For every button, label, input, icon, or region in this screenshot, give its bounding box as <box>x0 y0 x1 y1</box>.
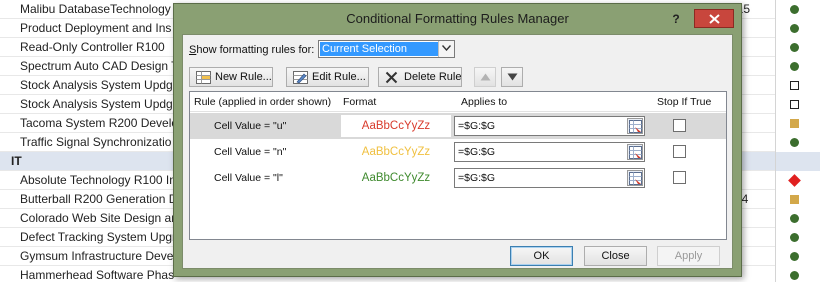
new-rule-label: New Rule... <box>215 71 272 83</box>
delete-rule-label: Delete Rule <box>404 71 462 83</box>
rule-condition: Cell Value = "n" <box>214 146 287 158</box>
column-header-rule: Rule (applied in order shown) <box>194 96 332 108</box>
edit-rule-button[interactable]: Edit Rule... <box>286 67 369 87</box>
status-square-gold-icon <box>790 119 799 128</box>
new-rule-icon <box>196 71 211 84</box>
project-name-cell: Stock Analysis System Updgr <box>20 78 177 92</box>
delete-rule-button[interactable]: Delete Rule <box>378 67 462 87</box>
status-dot-icon <box>790 252 799 261</box>
header-divider <box>190 111 726 112</box>
project-name-cell: Malibu DatabaseTechnology <box>20 2 171 16</box>
status-indicator-column <box>775 0 820 282</box>
project-name-cell: Butterball R200 Generation D <box>20 192 178 206</box>
range-select-icon <box>629 120 642 133</box>
project-name-cell: Hammerhead Software Phas <box>20 268 175 282</box>
stop-if-true-checkbox[interactable] <box>673 145 686 158</box>
project-name-cell: Stock Analysis System Updgr <box>20 97 177 111</box>
apply-button[interactable]: Apply <box>657 246 720 266</box>
range-selector-button[interactable] <box>627 118 643 134</box>
project-name-cell: IT <box>11 154 22 168</box>
status-dot-icon <box>790 62 799 71</box>
project-name-cell: Read-Only Controller R100 <box>20 40 165 54</box>
applies-to-field[interactable]: =$G:$G <box>454 168 645 188</box>
move-up-button[interactable] <box>474 67 496 87</box>
show-rules-dropdown[interactable]: Current Selection <box>318 40 455 58</box>
project-name-cell: Spectrum Auto CAD Design T <box>20 59 179 73</box>
chevron-down-icon <box>442 45 451 51</box>
applies-to-value: =$G:$G <box>458 146 496 158</box>
help-button[interactable]: ? <box>665 10 687 28</box>
status-square-icon <box>790 81 799 90</box>
rule-row[interactable]: Cell Value = "u" AaBbCcYyZz =$G:$G <box>190 113 726 139</box>
range-selector-button[interactable] <box>627 144 643 160</box>
project-name-cell: Traffic Signal Synchronizatio <box>20 135 172 149</box>
status-square-gold-icon <box>790 195 799 204</box>
conditional-formatting-dialog: Conditional Formatting Rules Manager ? S… <box>173 3 742 277</box>
project-name-cell: Tacoma System R200 Develo <box>20 116 179 130</box>
dialog-body: Show formatting rules for: Current Selec… <box>182 34 733 269</box>
range-select-icon <box>629 146 642 159</box>
move-down-button[interactable] <box>501 67 523 87</box>
applies-to-field[interactable]: =$G:$G <box>454 142 645 162</box>
project-name-cell: Colorado Web Site Design an <box>20 211 178 225</box>
project-name-cell: Defect Tracking System Upgr <box>20 230 177 244</box>
edit-rule-icon <box>293 71 308 84</box>
show-rules-label-text: how formatting rules for: <box>196 44 315 56</box>
status-dot-icon <box>790 5 799 14</box>
status-dot-icon <box>790 43 799 52</box>
project-name-cell: Absolute Technology R100 In <box>20 173 176 187</box>
close-button[interactable]: Close <box>584 246 647 266</box>
triangle-up-icon <box>480 73 491 81</box>
applies-to-value: =$G:$G <box>458 120 496 132</box>
delete-x-icon <box>385 71 398 84</box>
new-rule-button[interactable]: New Rule... <box>189 67 273 87</box>
status-dot-icon <box>790 24 799 33</box>
triangle-down-icon <box>507 73 518 81</box>
ok-button[interactable]: OK <box>510 246 573 266</box>
stop-if-true-checkbox[interactable] <box>673 119 686 132</box>
status-diamond-icon <box>788 174 801 187</box>
column-header-format: Format <box>343 96 377 108</box>
rules-list: Rule (applied in order shown) Format App… <box>189 91 727 240</box>
range-select-icon <box>629 172 642 185</box>
show-rules-label: Show formatting rules for: <box>189 44 314 56</box>
stop-if-true-checkbox[interactable] <box>673 171 686 184</box>
range-selector-button[interactable] <box>627 170 643 186</box>
status-square-icon <box>790 100 799 109</box>
close-icon <box>709 14 720 24</box>
group-band <box>776 152 820 171</box>
rule-row[interactable]: Cell Value = "n" AaBbCcYyZz =$G:$G <box>190 139 726 165</box>
project-name-cell: Product Deployment and Ins <box>20 21 172 35</box>
edit-rule-label: Edit Rule... <box>312 71 366 83</box>
column-header-applies-to: Applies to <box>461 96 508 108</box>
applies-to-field[interactable]: =$G:$G <box>454 116 645 136</box>
status-dot-icon <box>790 138 799 147</box>
project-name-cell: Gymsum Infrastructure Deve <box>20 249 174 263</box>
status-dot-icon <box>790 271 799 280</box>
applies-to-value: =$G:$G <box>458 172 496 184</box>
format-preview: AaBbCcYyZz <box>341 115 451 137</box>
dropdown-arrow[interactable] <box>438 41 454 57</box>
dialog-titlebar[interactable]: Conditional Formatting Rules Manager ? <box>174 4 741 34</box>
rule-row[interactable]: Cell Value = "l" AaBbCcYyZz =$G:$G <box>190 165 726 191</box>
rule-condition: Cell Value = "u" <box>214 120 287 132</box>
window-close-button[interactable] <box>694 9 734 28</box>
dialog-title: Conditional Formatting Rules Manager <box>346 11 569 26</box>
rule-condition: Cell Value = "l" <box>214 172 283 184</box>
status-dot-icon <box>790 214 799 223</box>
status-dot-icon <box>790 233 799 242</box>
format-preview: AaBbCcYyZz <box>341 141 451 163</box>
show-rules-selected-value: Current Selection <box>320 42 438 56</box>
format-preview: AaBbCcYyZz <box>341 167 451 189</box>
column-header-stop-if-true: Stop If True <box>657 96 712 108</box>
